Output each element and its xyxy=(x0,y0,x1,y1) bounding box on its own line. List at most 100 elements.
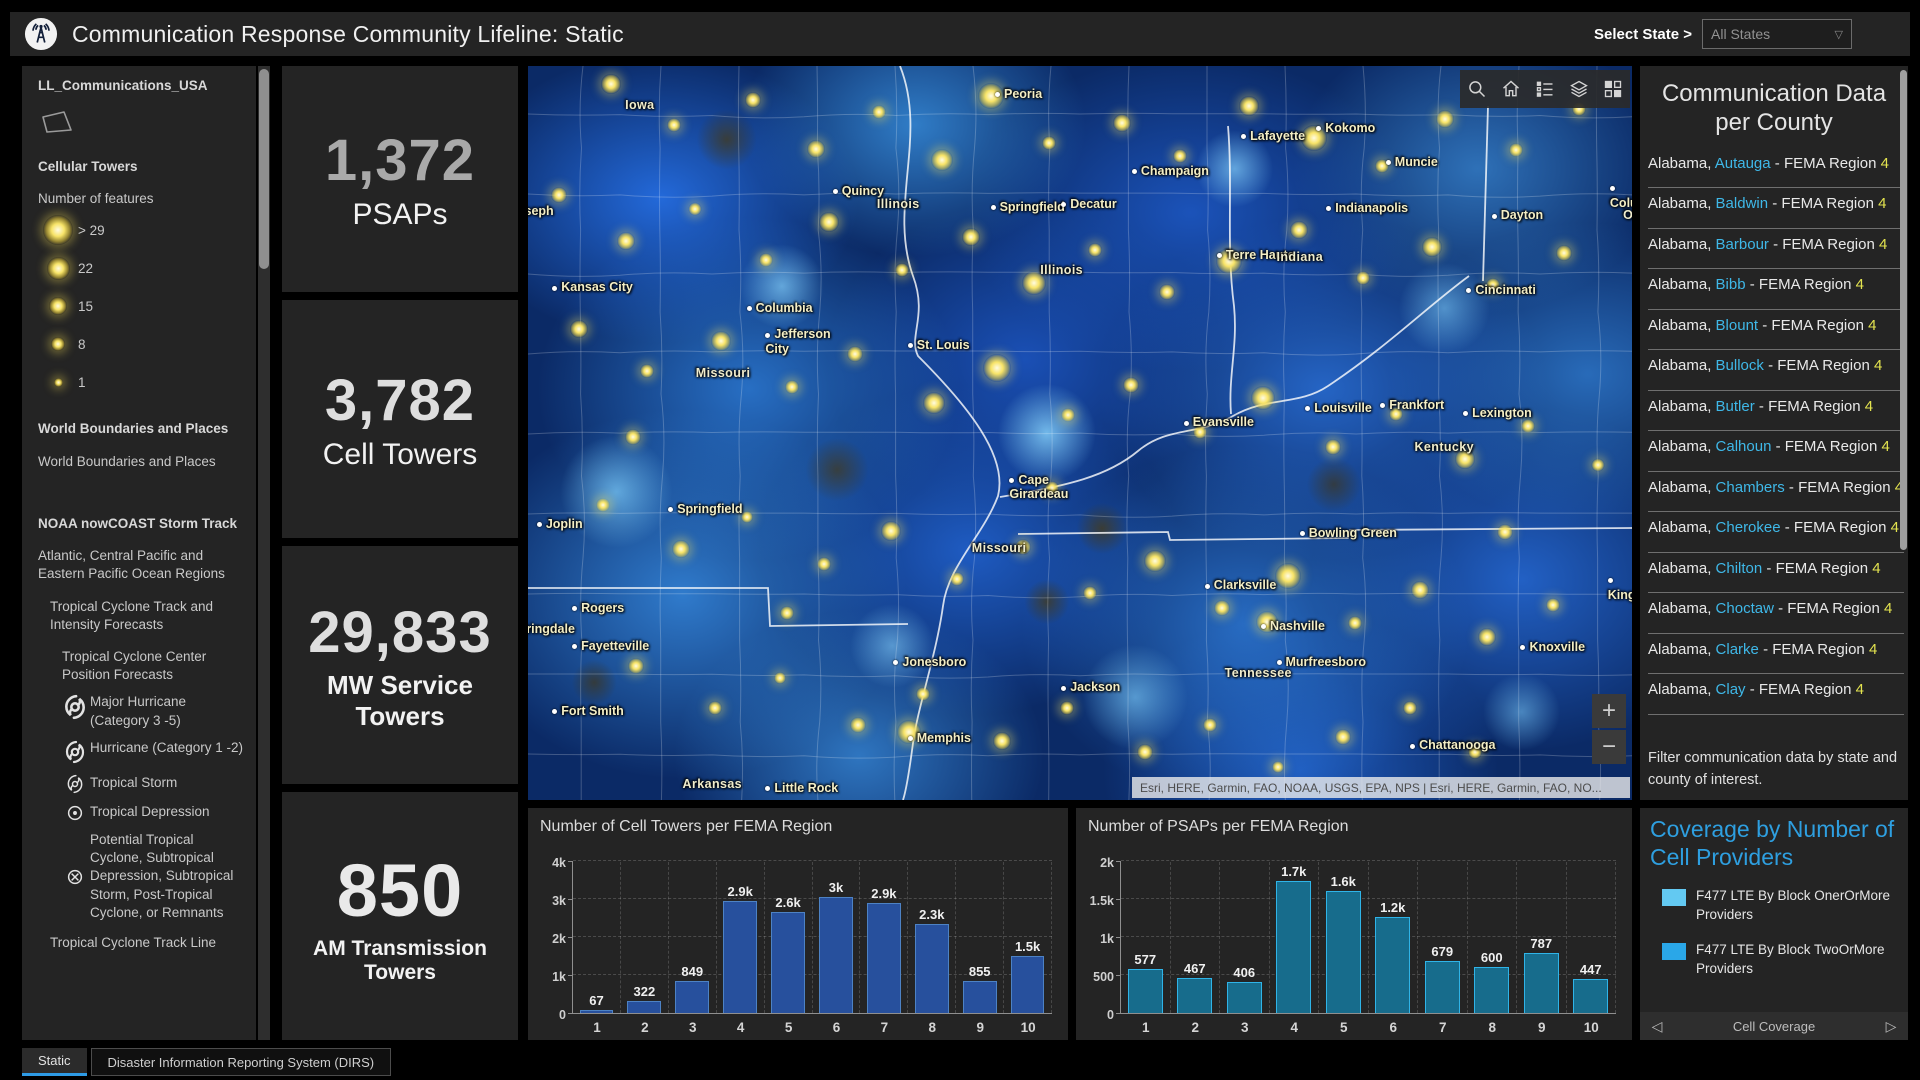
legend-scrollbar-thumb[interactable] xyxy=(259,69,269,269)
bar-column[interactable]: 2.3k xyxy=(908,862,956,1013)
county-row[interactable]: Alabama, Choctaw - FEMA Region 4 xyxy=(1648,593,1904,634)
county-row[interactable]: Alabama, Autauga - FEMA Region 4 xyxy=(1648,148,1904,189)
map-state-label: Missouri xyxy=(696,366,751,380)
county-row[interactable]: Alabama, Chambers - FEMA Region 4 xyxy=(1648,472,1904,513)
fema-region-number: 4 xyxy=(1884,600,1892,617)
map-city-label: Indianapolis xyxy=(1326,201,1408,215)
bar-column[interactable]: 447 xyxy=(1567,862,1617,1013)
bar xyxy=(819,897,853,1013)
tab-static[interactable]: Static xyxy=(22,1048,87,1076)
bar-column[interactable]: 1.7k xyxy=(1270,862,1320,1013)
bar-column[interactable]: 787 xyxy=(1517,862,1567,1013)
county-row[interactable]: Alabama, Butler - FEMA Region 4 xyxy=(1648,391,1904,432)
county-name: Calhoun xyxy=(1716,438,1776,455)
y-tick-label: 0 xyxy=(559,1008,566,1022)
bar-column[interactable]: 1.6k xyxy=(1319,862,1369,1013)
fema-region-number: 4 xyxy=(1878,195,1886,212)
stat-label: MW Service Towers xyxy=(282,670,518,732)
map-state-label: Iowa xyxy=(625,98,654,112)
bar-column[interactable]: 3k xyxy=(813,862,861,1013)
county-row[interactable]: Alabama, Baldwin - FEMA Region 4 xyxy=(1648,188,1904,229)
county-state: Alabama, xyxy=(1648,236,1716,253)
layers-icon[interactable] xyxy=(1562,70,1596,108)
x-tick-label: 8 xyxy=(1468,1020,1518,1035)
bar-value-label: 447 xyxy=(1580,962,1602,977)
stat-panel-cell-towers: 3,782 Cell Towers xyxy=(282,300,518,538)
hurricane-major-icon xyxy=(60,693,90,729)
county-row[interactable]: Alabama, Bibb - FEMA Region 4 xyxy=(1648,269,1904,310)
fema-region-number: 4 xyxy=(1881,438,1889,455)
coverage-panel: Coverage by Number of Cell Providers F47… xyxy=(1640,808,1908,1040)
county-row[interactable]: Alabama, Cherokee - FEMA Region 4 xyxy=(1648,512,1904,553)
bar-column[interactable]: 849 xyxy=(669,862,717,1013)
fema-region-number: 4 xyxy=(1868,317,1876,334)
county-row[interactable]: Alabama, Bullock - FEMA Region 4 xyxy=(1648,350,1904,391)
bar-column[interactable]: 577 xyxy=(1121,862,1171,1013)
city-dot-icon xyxy=(747,306,752,311)
y-tick-label: 500 xyxy=(1093,970,1114,984)
bar-column[interactable]: 855 xyxy=(956,862,1004,1013)
x-tick-label: 10 xyxy=(1004,1020,1052,1035)
bar-column[interactable]: 2.6k xyxy=(765,862,813,1013)
county-row[interactable]: Alabama, Clarke - FEMA Region 4 xyxy=(1648,634,1904,675)
bar-value-label: 787 xyxy=(1530,936,1552,951)
search-icon[interactable] xyxy=(1460,70,1494,108)
bar xyxy=(1375,917,1410,1013)
bar xyxy=(1474,967,1509,1013)
county-scrollbar-thumb[interactable] xyxy=(1900,70,1907,550)
county-name: Autauga xyxy=(1715,155,1775,172)
map-city-label: Peoria xyxy=(995,87,1042,101)
app-header: Communication Response Community Lifelin… xyxy=(10,12,1910,56)
bar-column[interactable]: 2.9k xyxy=(860,862,908,1013)
map-view[interactable]: IowaPeoriaLafayetteKokomoMuncieChampaign… xyxy=(528,66,1632,800)
county-row[interactable]: Alabama, Blount - FEMA Region 4 xyxy=(1648,310,1904,351)
bar-column[interactable]: 2.9k xyxy=(717,862,765,1013)
zoom-out-button[interactable]: − xyxy=(1592,730,1626,764)
bar xyxy=(963,981,997,1013)
county-row[interactable]: Alabama, Barbour - FEMA Region 4 xyxy=(1648,229,1904,270)
psaps-chart-panel: Number of PSAPs per FEMA Region 05001k1.… xyxy=(1076,808,1632,1040)
x-tick-label: 10 xyxy=(1567,1020,1617,1035)
y-tick-label: 2k xyxy=(552,932,566,946)
legend-icon[interactable] xyxy=(1528,70,1562,108)
map-toolbar xyxy=(1460,70,1630,108)
county-state: Alabama, xyxy=(1648,195,1716,212)
pager-prev-icon[interactable]: ◁ xyxy=(1640,1018,1674,1035)
state-dropdown[interactable]: All States ▽ xyxy=(1702,19,1852,49)
home-icon[interactable] xyxy=(1494,70,1528,108)
bar xyxy=(1128,969,1163,1013)
bar-column[interactable]: 679 xyxy=(1418,862,1468,1013)
county-state: Alabama, xyxy=(1648,600,1716,617)
bar-column[interactable]: 1.5k xyxy=(1004,862,1052,1013)
map-city-label: Frankfort xyxy=(1380,398,1444,412)
bar-value-label: 467 xyxy=(1184,961,1206,976)
bar-value-label: 406 xyxy=(1233,965,1255,980)
bar-column[interactable]: 322 xyxy=(621,862,669,1013)
bar-column[interactable]: 67 xyxy=(573,862,621,1013)
pager-next-icon[interactable]: ▷ xyxy=(1874,1018,1908,1035)
legend-scrollbar[interactable] xyxy=(258,66,270,1040)
tower-dot-icon xyxy=(38,378,78,387)
y-tick-label: 1k xyxy=(1100,932,1114,946)
map-city-label: Columbus xyxy=(1610,181,1632,210)
bar-column[interactable]: 406 xyxy=(1220,862,1270,1013)
legend-noaa-sub: Atlantic, Central Pacific and Eastern Pa… xyxy=(38,547,248,583)
county-row[interactable]: Alabama, Chilton - FEMA Region 4 xyxy=(1648,553,1904,594)
x-tick-label: 2 xyxy=(621,1020,669,1035)
stat-panel-psaps: 1,372 PSAPs xyxy=(282,66,518,292)
zoom-in-button[interactable]: + xyxy=(1592,694,1626,728)
bar-column[interactable]: 600 xyxy=(1468,862,1518,1013)
bar-column[interactable]: 1.2k xyxy=(1369,862,1419,1013)
city-dot-icon xyxy=(1463,411,1468,416)
bar-value-label: 1.5k xyxy=(1015,939,1040,954)
tab-dirs[interactable]: Disaster Information Reporting System (D… xyxy=(91,1048,392,1076)
county-row[interactable]: Alabama, Calhoun - FEMA Region 4 xyxy=(1648,431,1904,472)
map-city-label: Springfield xyxy=(668,502,742,516)
county-row[interactable]: Alabama, Clay - FEMA Region 4 xyxy=(1648,674,1904,715)
bar-column[interactable]: 467 xyxy=(1171,862,1221,1013)
bar-value-label: 3k xyxy=(829,880,843,895)
basemap-icon[interactable] xyxy=(1596,70,1630,108)
chevron-down-icon: ▽ xyxy=(1835,28,1843,41)
bar-value-label: 577 xyxy=(1134,952,1156,967)
map-city-label: Springfield xyxy=(991,200,1065,214)
